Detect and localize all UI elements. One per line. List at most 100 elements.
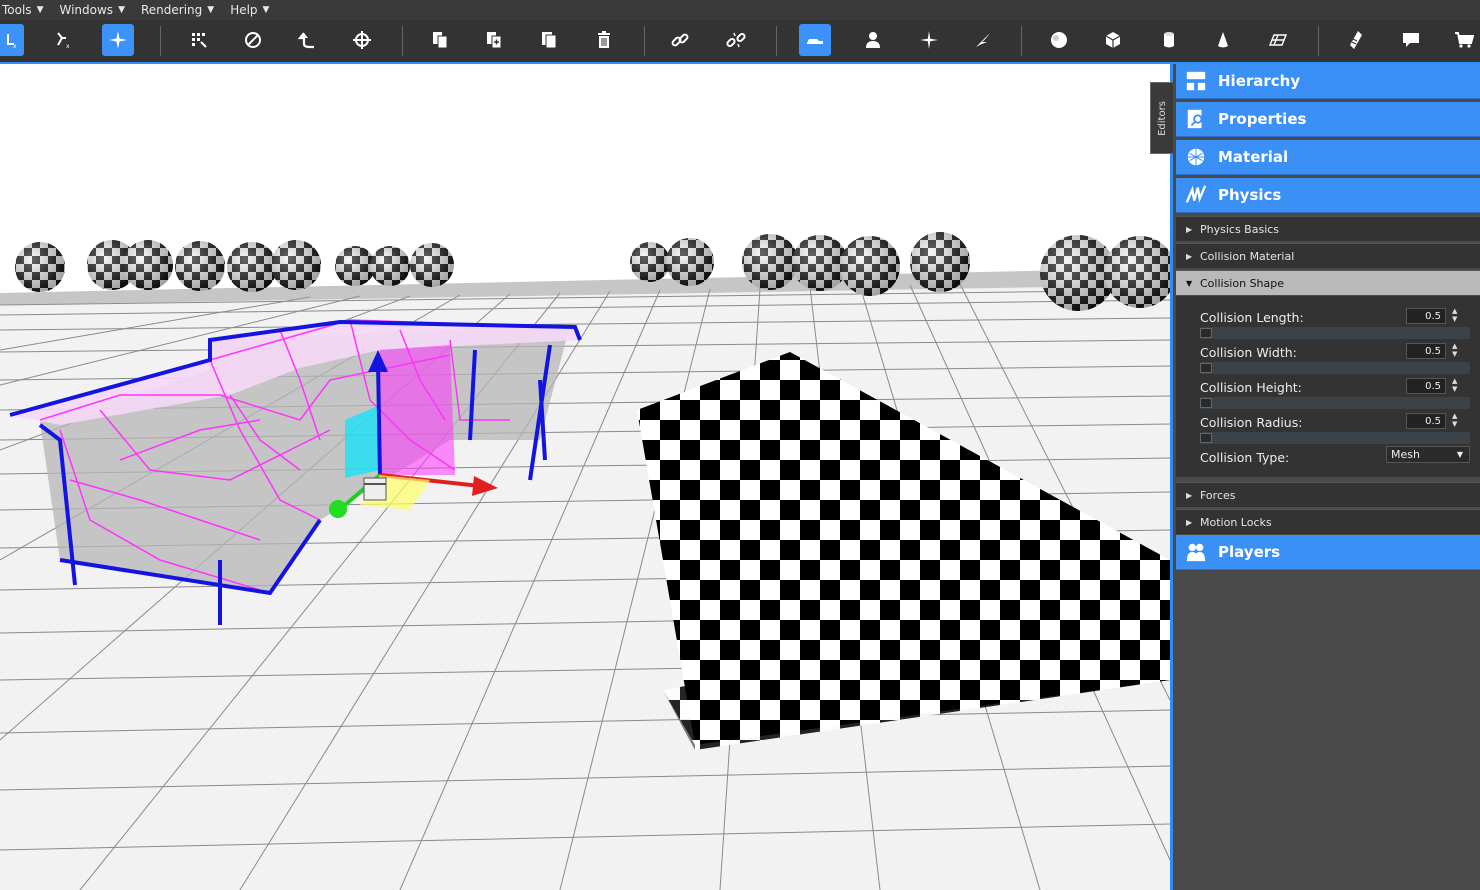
collision-width-slider[interactable] (1200, 362, 1470, 374)
chevron-down-icon: ▼ (1186, 278, 1193, 288)
hierarchy-icon (1184, 69, 1208, 93)
transform-icon (109, 31, 127, 49)
link-button[interactable] (664, 24, 696, 56)
spinner-arrows-icon[interactable]: ▲ ▼ (1452, 307, 1457, 323)
slider-thumb[interactable] (1200, 328, 1212, 338)
transform-button[interactable] (102, 24, 134, 56)
cube-icon (1105, 32, 1121, 48)
forces-label: Forces (1200, 488, 1236, 502)
delete-button[interactable] (588, 24, 620, 56)
paste-button[interactable] (478, 24, 510, 56)
crosshair-button[interactable] (346, 24, 378, 56)
collision-material-group[interactable]: ▶ Collision Material (1176, 243, 1480, 268)
grid-snap-button[interactable] (183, 24, 215, 56)
hierarchy-section[interactable]: Hierarchy (1176, 64, 1480, 99)
unlink-button[interactable] (720, 24, 752, 56)
material-section[interactable]: Material (1176, 140, 1480, 175)
chevron-down-icon: ▼ (1456, 450, 1463, 459)
editors-tab-label: Editors (1156, 100, 1168, 136)
collision-type-label: Collision Type: (1200, 450, 1290, 465)
vehicle-button[interactable] (799, 24, 831, 56)
slider-thumb[interactable] (1200, 398, 1212, 408)
comment-button[interactable] (1395, 24, 1427, 56)
particles-button[interactable] (967, 24, 999, 56)
cube-button[interactable] (1097, 24, 1129, 56)
players-section[interactable]: Players (1176, 535, 1480, 570)
editors-tab[interactable]: Editors (1150, 82, 1173, 154)
physics-basics-label: Physics Basics (1200, 222, 1280, 236)
spinner-arrows-icon[interactable]: ▲ ▼ (1452, 342, 1457, 358)
cone-icon (1218, 32, 1228, 48)
physics-section[interactable]: Physics (1176, 178, 1480, 213)
motion-locks-label: Motion Locks (1200, 515, 1272, 529)
grid-snap-icon (192, 33, 207, 48)
shopping-cart-icon (1455, 32, 1474, 48)
plane-button[interactable] (1262, 24, 1294, 56)
collision-width-input[interactable]: 0.5 (1406, 343, 1446, 359)
copy-icon (433, 32, 448, 49)
collision-height-label: Collision Height: (1200, 380, 1302, 395)
collision-length-input[interactable]: 0.5 (1406, 308, 1446, 324)
character-button[interactable] (857, 24, 889, 56)
delete-icon (598, 31, 610, 48)
chevron-right-icon: ▶ (1186, 490, 1193, 500)
move-axis-icon: x (57, 32, 70, 50)
collision-height-slider[interactable] (1200, 397, 1470, 409)
collision-radius-input[interactable]: 0.5 (1406, 413, 1446, 429)
collision-length-slider[interactable] (1200, 327, 1470, 339)
comment-icon (1403, 33, 1419, 47)
plane-icon (1268, 34, 1288, 46)
spinner-arrows-icon[interactable]: ▲ ▼ (1452, 412, 1457, 428)
collision-height-input[interactable]: 0.5 (1406, 378, 1446, 394)
scene-viewport[interactable] (0, 64, 1170, 890)
light-icon (920, 31, 938, 49)
collision-type-value: Mesh (1391, 448, 1420, 461)
collision-type-row: Collision Type: Mesh ▼ (1200, 446, 1470, 468)
menu-tools-label: Tools (2, 3, 32, 17)
cone-button[interactable] (1207, 24, 1239, 56)
chevron-down-icon: ▼ (207, 5, 215, 15)
forces-group[interactable]: ▶ Forces (1176, 482, 1480, 507)
light-button[interactable] (913, 24, 945, 56)
menu-help[interactable]: Help ▼ (222, 0, 277, 20)
move-axis-button[interactable]: x (46, 24, 78, 56)
vehicle-icon (807, 39, 823, 44)
properties-section[interactable]: Properties (1176, 102, 1480, 137)
collision-width-label: Collision Width: (1200, 345, 1297, 360)
collision-shape-label: Collision Shape (1200, 276, 1285, 290)
collision-length-label: Collision Length: (1200, 310, 1304, 325)
particles-icon (976, 33, 990, 47)
cylinder-button[interactable] (1153, 24, 1185, 56)
sphere-button[interactable] (1043, 24, 1075, 56)
collision-type-select[interactable]: Mesh ▼ (1386, 446, 1470, 463)
menu-windows[interactable]: Windows ▼ (51, 0, 133, 20)
disable-button[interactable] (237, 24, 269, 56)
toolbar-separator (644, 26, 645, 56)
undo-button[interactable] (292, 24, 324, 56)
menu-tools[interactable]: Tools ▼ (0, 0, 51, 20)
toolbar-separator (776, 26, 777, 56)
physics-basics-group[interactable]: ▶ Physics Basics (1176, 216, 1480, 241)
collision-radius-row: Collision Radius: 0.5 ▲ ▼ (1200, 412, 1470, 433)
collision-shape-group[interactable]: ▼ Collision Shape (1176, 270, 1480, 295)
motion-locks-group[interactable]: ▶ Motion Locks (1176, 509, 1480, 534)
shopping-cart-button[interactable] (1448, 24, 1480, 56)
menu-rendering[interactable]: Rendering ▼ (133, 0, 222, 20)
collision-length-row: Collision Length: 0.5 ▲ ▼ (1200, 307, 1470, 328)
chevron-down-icon: ▼ (262, 5, 270, 15)
duplicate-icon (542, 32, 557, 49)
toolbar-separator (402, 26, 403, 56)
menu-windows-label: Windows (59, 3, 114, 17)
collision-radius-slider[interactable] (1200, 432, 1470, 444)
spinner-arrows-icon[interactable]: ▲ ▼ (1452, 377, 1457, 393)
move-local-button[interactable]: x (0, 24, 24, 56)
slider-thumb[interactable] (1200, 363, 1212, 373)
slider-thumb[interactable] (1200, 433, 1212, 443)
copy-button[interactable] (424, 24, 456, 56)
collision-shape-body: Collision Length: 0.5 ▲ ▼ Collision Width… (1176, 296, 1480, 477)
duplicate-button[interactable] (533, 24, 565, 56)
chevron-down-icon: ▼ (36, 5, 44, 15)
script-icon (1350, 31, 1362, 49)
crosshair-icon (353, 31, 371, 49)
script-button[interactable] (1340, 24, 1372, 56)
